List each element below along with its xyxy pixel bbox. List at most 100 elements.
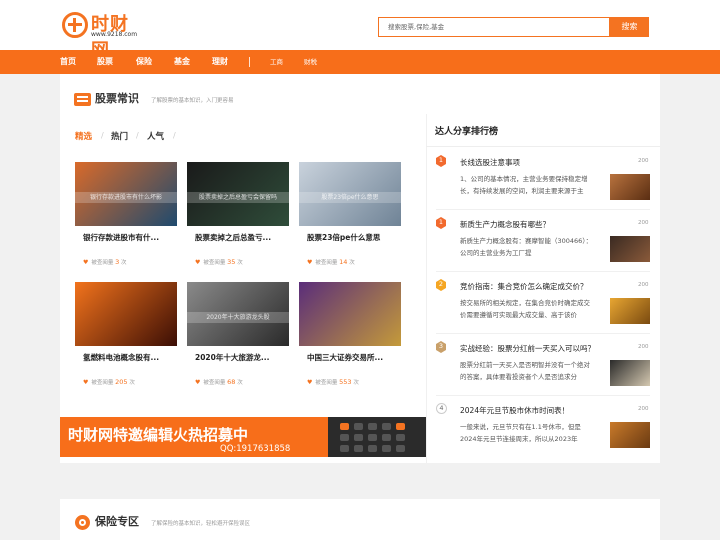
views-unit: 次 <box>349 260 355 266</box>
insurance-title: 保险专区 <box>95 515 139 528</box>
views-count: 205 <box>115 378 128 386</box>
section-subtitle: 了解股票的基本知识，入门更容易 <box>151 98 234 104</box>
ranking-item-count: 200 <box>638 344 649 350</box>
article-thumbnail[interactable]: 股票23倍pe什么意思 <box>299 162 401 226</box>
thumbnail-caption: 股票23倍pe什么意思 <box>299 192 401 203</box>
article-thumbnail[interactable] <box>75 282 177 346</box>
calculator-key <box>340 445 349 452</box>
views-label: 被查阅量 <box>203 260 226 266</box>
ranking-divider <box>436 333 650 334</box>
article-title[interactable]: 中国三大证券交易所... <box>307 352 409 363</box>
banner-qq: QQ:1917631858 <box>220 444 291 454</box>
views-unit: 次 <box>121 260 127 266</box>
ranking-item-desc: 按交易所的相关规定，在集合竞价时确定成交价需要遵循可实现最大成交量、高于该价 <box>460 299 590 319</box>
views-count: 68 <box>227 378 236 386</box>
ranking-divider <box>436 209 650 210</box>
ranking-item-desc: 股票分红前一天买入是否明智并没有一个绝对的答案，具体要看投资者个人是否追求分 <box>460 361 590 381</box>
nav-item-insurance[interactable]: 保险 <box>136 50 152 74</box>
insurance-icon <box>75 515 90 530</box>
calculator-key <box>368 434 377 441</box>
calculator-key <box>396 423 405 430</box>
article-views: ♥ 被查阅量 553 次 <box>307 378 359 386</box>
tab-divider: / <box>136 131 139 140</box>
views-label: 被查阅量 <box>203 380 226 386</box>
nav-item-business[interactable]: 工商 <box>270 50 283 74</box>
ranking-title: 达人分享排行榜 <box>435 127 499 137</box>
ranking-item-count: 200 <box>638 406 649 412</box>
calculator-key <box>354 434 363 441</box>
views-label: 被查阅量 <box>91 380 114 386</box>
ranking-item-desc: 一般来说，元旦节只有在1.1号休市，但是2024年元旦节连接周末，所以从2023… <box>460 423 581 443</box>
nav-item-funds[interactable]: 基金 <box>174 50 190 74</box>
ranking-item-thumbnail[interactable] <box>610 174 650 200</box>
banner-text: 时财网特邀编辑火热招募中 <box>68 426 249 444</box>
views-unit: 次 <box>353 380 359 386</box>
ranking-divider <box>436 271 650 272</box>
heart-icon: ♥ <box>83 379 89 386</box>
calculator-key <box>396 445 405 452</box>
tab-hot[interactable]: 热门 <box>111 130 128 142</box>
heart-icon: ♥ <box>307 259 313 266</box>
thumbnail-caption: 银行存款进股市有什么坏影 <box>75 192 177 203</box>
article-views: ♥ 被查阅量 35 次 <box>195 258 243 266</box>
heart-icon: ♥ <box>195 259 201 266</box>
calculator-image <box>328 417 426 457</box>
main-nav: 首页 股票 保险 基金 理财 工商 财税 <box>0 50 720 74</box>
article-thumbnail[interactable]: 股票卖掉之后总盈亏会保留吗 <box>187 162 289 226</box>
search-input[interactable]: 搜索股票,保险,基金 <box>378 17 610 37</box>
views-count: 14 <box>339 258 348 266</box>
heart-icon: ♥ <box>307 379 313 386</box>
ranking-item-thumbnail[interactable] <box>610 360 650 386</box>
tab-divider: / <box>101 131 104 140</box>
tab-popular[interactable]: 人气 <box>147 130 164 142</box>
article-title[interactable]: 股票卖掉之后总盈亏... <box>195 232 297 243</box>
logo-url: www.9218.com <box>91 31 138 38</box>
site-logo[interactable]: 时财网 www.9218.com <box>62 10 142 61</box>
nav-divider <box>249 57 250 67</box>
views-count: 553 <box>339 378 352 386</box>
tab-divider: / <box>173 131 176 140</box>
tab-featured[interactable]: 精选 <box>75 130 92 142</box>
article-views: ♥ 被查阅量 14 次 <box>307 258 355 266</box>
ranking-item-title[interactable]: 长线选股注意事项 <box>460 157 520 168</box>
book-icon <box>74 93 91 106</box>
views-count: 3 <box>115 258 120 266</box>
article-title[interactable]: 氢燃料电池概念股有... <box>83 352 185 363</box>
nav-item-home[interactable]: 首页 <box>60 50 76 74</box>
article-title[interactable]: 2020年十大旅游龙... <box>195 352 297 363</box>
ranking-item-desc: 新质生产力概念股有：赛摩智能（300466）：公司的主营业务为工厂提 <box>460 237 593 257</box>
nav-item-finance[interactable]: 理财 <box>212 50 228 74</box>
ranking-item-thumbnail[interactable] <box>610 298 650 324</box>
article-thumbnail[interactable]: 银行存款进股市有什么坏影 <box>75 162 177 226</box>
heart-icon: ♥ <box>195 379 201 386</box>
search-button[interactable]: 搜索 <box>610 17 649 37</box>
nav-item-stocks[interactable]: 股票 <box>97 50 113 74</box>
ranking-item-thumbnail[interactable] <box>610 236 650 262</box>
nav-item-tax[interactable]: 财税 <box>304 50 317 74</box>
article-title[interactable]: 银行存款进股市有什... <box>83 232 185 243</box>
ranking-divider <box>426 146 660 147</box>
views-count: 35 <box>227 258 236 266</box>
ranking-item-count: 200 <box>638 220 649 226</box>
ranking-item-title[interactable]: 实战经验：股票分红前一天买入可以吗？ <box>460 343 595 354</box>
thumbnail-caption: 股票卖掉之后总盈亏会保留吗 <box>187 192 289 203</box>
views-label: 被查阅量 <box>315 380 338 386</box>
calculator-key <box>354 445 363 452</box>
ranking-item-thumbnail[interactable] <box>610 422 650 448</box>
calculator-key <box>382 445 391 452</box>
ranking-item-title[interactable]: 竞价指南：集合竞价怎么确定成交价？ <box>460 281 588 292</box>
article-title[interactable]: 股票23倍pe什么意思 <box>307 232 409 243</box>
article-views: ♥ 被查阅量 205 次 <box>83 378 135 386</box>
ranking-item-title[interactable]: 新质生产力概念股有哪些？ <box>460 219 550 230</box>
ranking-item-desc: 1、公司的基本情况，主营业务要保持稳定增长，有持续发展的空间，利润主要来源于主 <box>460 175 588 195</box>
ranking-item-count: 200 <box>638 282 649 288</box>
insurance-subtitle: 了解保险的基本知识，轻松避开保险误区 <box>151 521 251 527</box>
article-thumbnail[interactable]: 2020年十大旅游龙头股 <box>187 282 289 346</box>
ranking-item-title[interactable]: 2024年元旦节股市休市时间表！ <box>460 405 569 416</box>
article-views: ♥ 被查阅量 68 次 <box>195 378 243 386</box>
article-thumbnail[interactable] <box>299 282 401 346</box>
rank-badge: 4 <box>436 403 447 414</box>
recruit-banner[interactable]: 时财网特邀编辑火热招募中 QQ:1917631858 <box>60 417 426 457</box>
calculator-key <box>340 423 349 430</box>
article-views: ♥ 被查阅量 3 次 <box>83 258 127 266</box>
